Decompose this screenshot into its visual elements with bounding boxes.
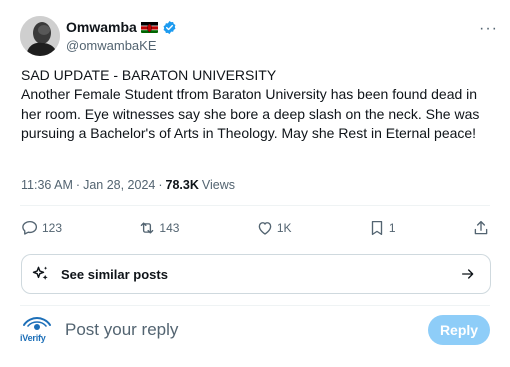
repost-icon: [141, 222, 154, 234]
repost-action[interactable]: 143: [138, 219, 179, 237]
post-header: Omwamba @omwambaKE ···: [20, 16, 498, 56]
views-count: 78.3K: [165, 178, 199, 192]
share-action[interactable]: [472, 219, 490, 237]
verified-badge-icon: [162, 20, 177, 35]
avatar[interactable]: [20, 16, 60, 56]
reply-action[interactable]: 123: [21, 219, 62, 237]
reply-composer: iVerify Post your reply Reply: [20, 312, 490, 346]
arrow-right-icon: [462, 269, 474, 279]
iverify-logo: iVerify: [20, 316, 54, 344]
reply-button[interactable]: Reply: [428, 315, 490, 345]
meta-separator: ·: [75, 178, 81, 192]
bookmark-action[interactable]: 1: [368, 219, 396, 237]
like-action[interactable]: 1K: [256, 219, 292, 237]
reply-input[interactable]: Post your reply: [65, 320, 178, 340]
like-count: 1K: [276, 221, 292, 235]
reply-count: 123: [42, 221, 63, 235]
post-meta: 11:36 AM · Jan 28, 2024 · 78.3K Views: [21, 178, 235, 192]
post-time[interactable]: 11:36 AM: [21, 178, 73, 192]
heart-icon: [258, 222, 272, 235]
divider: [20, 205, 490, 206]
sparkle-icon: [32, 266, 48, 280]
author-handle[interactable]: @omwambaKE: [66, 38, 157, 53]
iverify-eye-icon: [23, 316, 51, 330]
kenya-flag-icon: [140, 21, 158, 33]
action-bar: 123 143 1K 1: [21, 216, 490, 240]
meta-separator: ·: [158, 178, 163, 192]
author-name[interactable]: Omwamba: [66, 19, 137, 35]
bookmark-count: 1: [388, 221, 396, 235]
share-icon: [474, 220, 488, 235]
post-date[interactable]: Jan 28, 2024: [83, 178, 155, 192]
repost-count: 143: [159, 221, 180, 235]
views-label: Views: [201, 178, 236, 192]
divider: [20, 305, 490, 306]
see-similar-posts-label: See similar posts: [61, 266, 168, 282]
reply-icon: [22, 220, 38, 235]
bookmark-icon: [371, 220, 383, 236]
iverify-brand: iVerify: [20, 333, 46, 343]
more-options-icon[interactable]: ···: [479, 20, 498, 38]
post-text: SAD UPDATE - BARATON UNIVERSITY Another …: [21, 67, 480, 142]
see-similar-posts-button[interactable]: See similar posts: [21, 254, 491, 294]
